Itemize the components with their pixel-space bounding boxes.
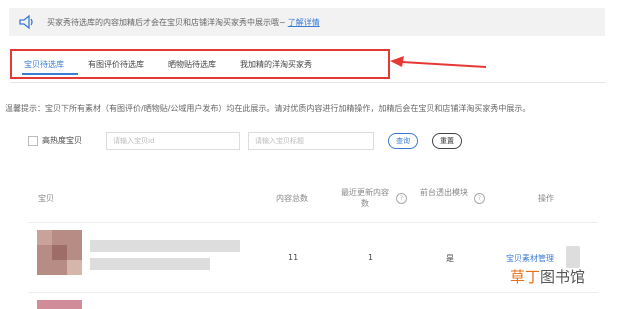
watermark-part2: 图书馆 [540,267,586,286]
cell-total: 11 [288,253,299,262]
header-divider [28,222,598,223]
header-action: 操作 [538,194,554,203]
speaker-icon [19,14,33,30]
header-item: 宝贝 [38,194,54,203]
blurred-item-title [90,258,210,270]
tabs-divider [10,82,606,83]
notice-bar: 买家秀待选库的内容加精后才会在宝贝和店铺洋淘买家秀中展示哦~ 了解详情 [9,8,605,36]
tab-my-featured[interactable]: 我加精的洋淘买家秀 [240,59,312,70]
reset-button[interactable]: 重置 [432,133,462,149]
query-button[interactable]: 查询 [388,133,418,149]
tab-item-pool[interactable]: 宝贝待选库 [24,59,64,70]
help-icon[interactable]: ? [396,193,407,204]
red-arrow-annotation [390,56,487,68]
header-updated: 最近更新内容数 [341,188,389,208]
watermark-part1: 草丁 [510,267,541,286]
item-thumbnail[interactable] [37,230,82,275]
header-frontend: 前台透出模块 [420,188,468,197]
item-title-input[interactable]: 请输入宝贝标题 [248,132,374,150]
table-header: 宝贝 内容总数 最近更新内容数 ? 前台透出模块 ? 操作 [0,179,620,219]
item-thumbnail[interactable] [37,300,82,309]
hot-item-checkbox[interactable] [28,136,38,146]
tab-photo-review-pool[interactable]: 有图评价待选库 [88,59,144,70]
notice-text: 买家秀待选库的内容加精后才会在宝贝和店铺洋淘买家秀中展示哦~ [47,17,286,27]
row-divider [28,292,598,293]
item-material-manage-link[interactable]: 宝贝素材管理 [506,253,554,264]
tab-showcase-post-pool[interactable]: 晒物贴待选库 [168,59,216,70]
help-icon[interactable]: ? [474,193,485,204]
cell-updated: 1 [368,253,374,262]
learn-more-link[interactable]: 了解详情 [288,17,320,28]
header-total: 内容总数 [276,194,308,203]
cell-frontend: 是 [446,254,454,263]
item-id-input[interactable]: 请输入宝贝id [106,132,240,150]
watermark: 草丁 图书馆 [510,265,615,287]
blurred-item-title [90,240,240,252]
tab-bar: 宝贝待选库 有图评价待选库 晒物贴待选库 我加精的洋淘买家秀 [10,49,390,79]
tip-text: 温馨提示：宝贝下所有素材（有图评价/晒物贴/公域用户发布）均在此展示。请对优质内… [5,104,531,113]
active-tab-indicator [22,73,78,75]
hot-item-label: 高热度宝贝 [42,136,82,145]
filter-bar: 高热度宝贝 请输入宝贝id 请输入宝贝标题 查询 重置 [28,132,488,152]
